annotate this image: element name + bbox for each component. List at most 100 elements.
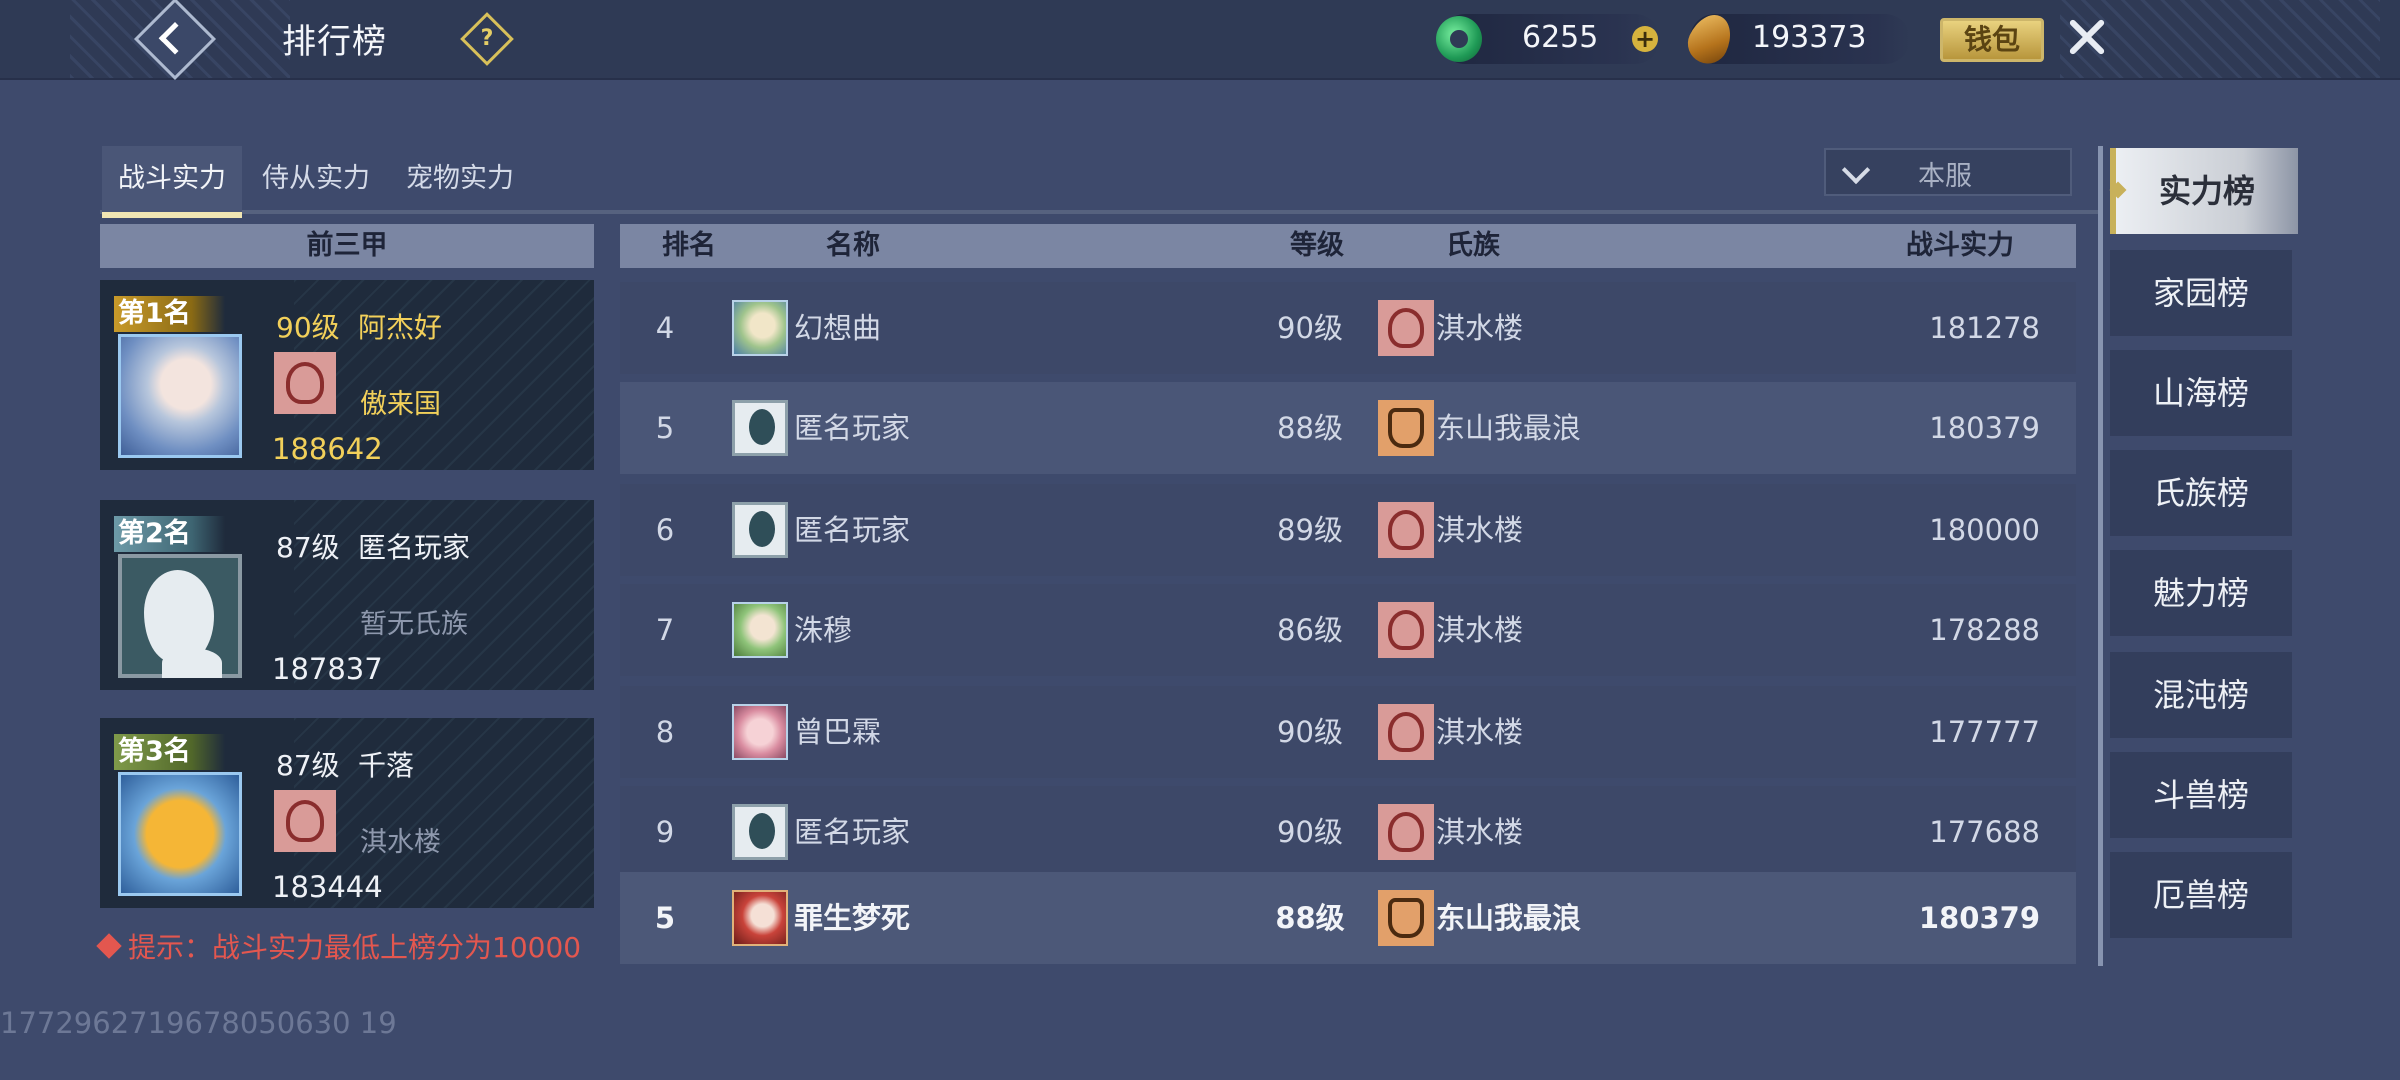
- tip-text: 提示：战斗实力最低上榜分为10000: [96, 926, 581, 966]
- row-power: 180379: [1918, 901, 2040, 935]
- menu-clan-rank[interactable]: 氏族榜: [2110, 450, 2292, 536]
- row-level: 88级: [1277, 411, 1343, 445]
- menu-chaos-rank[interactable]: 混沌榜: [2110, 652, 2292, 738]
- menu-calamity-beast-rank[interactable]: 厄兽榜: [2110, 852, 2292, 938]
- table-row[interactable]: 8 曾巴霖 90级 淇水楼 177777: [620, 686, 2076, 778]
- player-power: 183444: [272, 870, 383, 904]
- player-level: 87级: [276, 749, 340, 782]
- row-rank: 6: [655, 513, 675, 547]
- row-rank: 7: [655, 613, 675, 647]
- table-header: 排名 名称 等级 氏族 战斗实力: [620, 224, 2076, 268]
- tab-servant-power[interactable]: 侍从实力: [246, 146, 386, 212]
- player-power: 188642: [272, 432, 383, 466]
- row-name: 曾巴霖: [794, 715, 882, 749]
- top3-card-1[interactable]: 第1名 90级 阿杰好 傲来国 188642: [100, 280, 594, 470]
- player-power: 187837: [272, 652, 383, 686]
- player-name: 匿名玩家: [358, 531, 471, 564]
- column-level: 等级: [1290, 230, 1344, 261]
- row-power: 177777: [1929, 715, 2040, 749]
- top3-card-2[interactable]: 第2名 87级 匿名玩家 暂无氏族 187837: [100, 500, 594, 690]
- page-title: 排行榜: [282, 22, 387, 62]
- clan-name: 傲来国: [360, 389, 441, 420]
- row-rank: 4: [655, 311, 675, 345]
- close-icon[interactable]: [2062, 12, 2112, 62]
- menu-charm-rank[interactable]: 魅力榜: [2110, 550, 2292, 636]
- row-rank: 9: [655, 815, 675, 849]
- avatar: [732, 602, 788, 658]
- tab-pet-power[interactable]: 宠物实力: [390, 146, 530, 212]
- row-power: 177688: [1929, 815, 2040, 849]
- rank-badge: 第1名: [114, 296, 225, 332]
- row-level: 86级: [1277, 613, 1343, 647]
- table-row[interactable]: 4 幻想曲 90级 淇水楼 181278: [620, 282, 2076, 374]
- row-clan: 淇水楼: [1436, 815, 1524, 849]
- player-name: 千落: [358, 749, 415, 782]
- tab-battle-power[interactable]: 战斗实力: [102, 146, 242, 218]
- row-clan: 东山我最浪: [1436, 901, 1582, 935]
- row-power: 178288: [1929, 613, 2040, 647]
- avatar: [732, 890, 788, 946]
- avatar: [732, 704, 788, 760]
- clan-emblem-icon: [1378, 400, 1434, 456]
- menu-power-rank[interactable]: 实力榜: [2109, 148, 2298, 234]
- row-name: 匿名玩家: [794, 815, 911, 849]
- clan-name: 暂无氏族: [360, 609, 468, 640]
- rank-badge: 第2名: [114, 516, 225, 552]
- column-name: 名称: [826, 230, 880, 261]
- row-name: 洙穆: [794, 613, 853, 647]
- player-level: 87级: [276, 531, 340, 564]
- row-power: 181278: [1929, 311, 2040, 345]
- jade-amount: 6255: [1522, 20, 1599, 55]
- row-level: 89级: [1277, 513, 1343, 547]
- row-name: 罪生梦死: [794, 901, 911, 935]
- table-row[interactable]: 7 洙穆 86级 淇水楼 178288: [620, 584, 2076, 676]
- clan-emblem-icon: [274, 352, 336, 414]
- avatar: [118, 772, 242, 896]
- row-rank: 8: [655, 715, 675, 749]
- silhouette-icon: [144, 570, 222, 678]
- warning-icon: [96, 933, 122, 959]
- row-clan: 淇水楼: [1436, 715, 1524, 749]
- column-power: 战斗实力: [1906, 230, 2014, 261]
- avatar: [732, 300, 788, 356]
- row-power: 180000: [1929, 513, 2040, 547]
- wallet-button[interactable]: 钱包: [1940, 18, 2044, 62]
- add-currency-icon[interactable]: +: [1632, 26, 1658, 52]
- player-level: 90级: [276, 311, 340, 344]
- row-clan: 淇水楼: [1436, 613, 1524, 647]
- row-clan: 淇水楼: [1436, 513, 1524, 547]
- row-power: 180379: [1929, 411, 2040, 445]
- table-row[interactable]: 9 匿名玩家 90级 淇水楼 177688: [620, 786, 2076, 878]
- coin-amount: 193373: [1752, 20, 1867, 55]
- row-level: 90级: [1277, 715, 1343, 749]
- row-level: 88级: [1275, 901, 1345, 935]
- silhouette-icon: [732, 804, 788, 860]
- menu-home-rank[interactable]: 家园榜: [2110, 250, 2292, 336]
- row-rank: 5: [654, 901, 676, 935]
- back-arrow-icon: [158, 22, 192, 55]
- clan-emblem-icon: [274, 790, 336, 852]
- self-rank-row[interactable]: 5 罪生梦死 88级 东山我最浪 180379: [620, 872, 2076, 964]
- clan-emblem-icon: [1378, 890, 1434, 946]
- row-rank: 5: [655, 411, 675, 445]
- table-row[interactable]: 5 匿名玩家 88级 东山我最浪 180379: [620, 382, 2076, 474]
- clan-emblem-icon: [1378, 602, 1434, 658]
- rank-badge: 第3名: [114, 734, 225, 770]
- clan-emblem-icon: [1378, 804, 1434, 860]
- watermark-id: 1772962719678050630 19: [0, 1006, 397, 1040]
- row-level: 90级: [1277, 311, 1343, 345]
- side-menu-rail: [2098, 146, 2103, 966]
- row-name: 匿名玩家: [794, 513, 911, 547]
- top3-heading: 前三甲: [100, 224, 594, 268]
- menu-beast-fight-rank[interactable]: 斗兽榜: [2110, 752, 2292, 838]
- silhouette-icon: [732, 400, 788, 456]
- table-row[interactable]: 6 匿名玩家 89级 淇水楼 180000: [620, 484, 2076, 576]
- row-name: 匿名玩家: [794, 411, 911, 445]
- top3-card-3[interactable]: 第3名 87级 千落 淇水楼 183444: [100, 718, 594, 908]
- server-select-value: 本服: [1918, 161, 1972, 192]
- player-name: 阿杰好: [358, 311, 443, 344]
- menu-shanhai-rank[interactable]: 山海榜: [2110, 350, 2292, 436]
- column-clan: 氏族: [1446, 230, 1500, 261]
- row-clan: 淇水楼: [1436, 311, 1524, 345]
- avatar: [118, 554, 242, 678]
